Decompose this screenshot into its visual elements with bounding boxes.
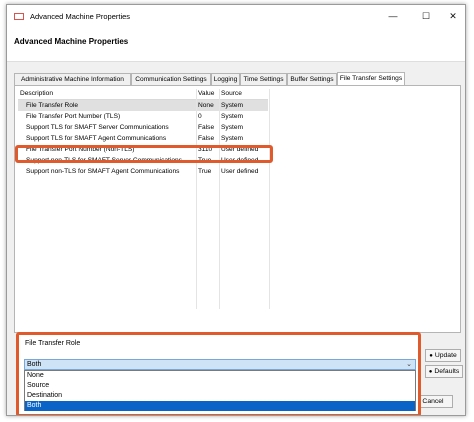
tab-time-settings[interactable]: Time Settings — [240, 73, 287, 85]
column-gridline — [219, 89, 220, 309]
table-row[interactable]: File Transfer Port Number (TLS) 0 System — [18, 111, 268, 122]
advanced-machine-properties-window: Advanced Machine Properties — ☐ ✕ Advanc… — [6, 4, 466, 416]
table-row[interactable]: File Transfer Role None System — [18, 100, 268, 111]
column-header-value[interactable]: Value — [198, 89, 218, 99]
table-header: Description Value Source — [18, 89, 268, 100]
defaults-icon: ● — [428, 369, 433, 375]
column-gridline — [269, 89, 270, 309]
row-highlight-annotation — [15, 145, 273, 163]
tab-buffer-settings[interactable]: Buffer Settings — [287, 73, 337, 85]
title-bar: Advanced Machine Properties — ☐ ✕ — [7, 5, 465, 27]
column-gridline — [196, 89, 197, 309]
update-button[interactable]: ● Update — [425, 349, 461, 362]
dialog-header: Advanced Machine Properties — [7, 27, 465, 62]
dropdown-option-destination[interactable]: Destination — [25, 391, 415, 401]
table-row[interactable]: Support TLS for SMAFT Agent Communicatio… — [18, 133, 268, 144]
update-icon: ● — [429, 353, 433, 359]
app-icon — [14, 13, 24, 20]
dialog-title: Advanced Machine Properties — [14, 37, 129, 46]
file-transfer-role-combobox[interactable]: Both ⌄ — [24, 359, 416, 370]
table-row[interactable]: Support non-TLS for SMAFT Agent Communic… — [18, 166, 268, 177]
tab-logging[interactable]: Logging — [211, 73, 240, 85]
combobox-value: Both — [27, 361, 42, 368]
dropdown-option-both[interactable]: Both — [25, 401, 415, 411]
dropdown-option-none[interactable]: None — [25, 371, 415, 381]
file-transfer-settings-panel: Description Value Source File Transfer R… — [14, 85, 461, 333]
maximize-button[interactable]: ☐ — [418, 9, 434, 23]
value-editor-annotation: File Transfer Role Both ⌄ None Source De… — [16, 332, 421, 415]
dropdown-option-source[interactable]: Source — [25, 381, 415, 391]
properties-table: Description Value Source File Transfer R… — [18, 89, 268, 177]
tab-administrative-machine-information[interactable]: Administrative Machine Information — [14, 73, 131, 85]
tab-communication-settings[interactable]: Communication Settings — [131, 73, 211, 85]
chevron-down-icon[interactable]: ⌄ — [406, 360, 412, 370]
file-transfer-role-dropdown: None Source Destination Both — [24, 370, 416, 411]
table-row[interactable]: Support TLS for SMAFT Server Communicati… — [18, 122, 268, 133]
defaults-button[interactable]: ● Defaults — [425, 365, 463, 378]
column-header-source[interactable]: Source — [221, 89, 269, 99]
editor-label: File Transfer Role — [25, 340, 81, 347]
tab-file-transfer-settings[interactable]: File Transfer Settings — [337, 72, 405, 85]
minimize-button[interactable]: — — [385, 9, 401, 23]
column-header-description[interactable]: Description — [20, 89, 194, 99]
close-button[interactable]: ✕ — [445, 9, 461, 23]
window-title: Advanced Machine Properties — [30, 12, 131, 21]
